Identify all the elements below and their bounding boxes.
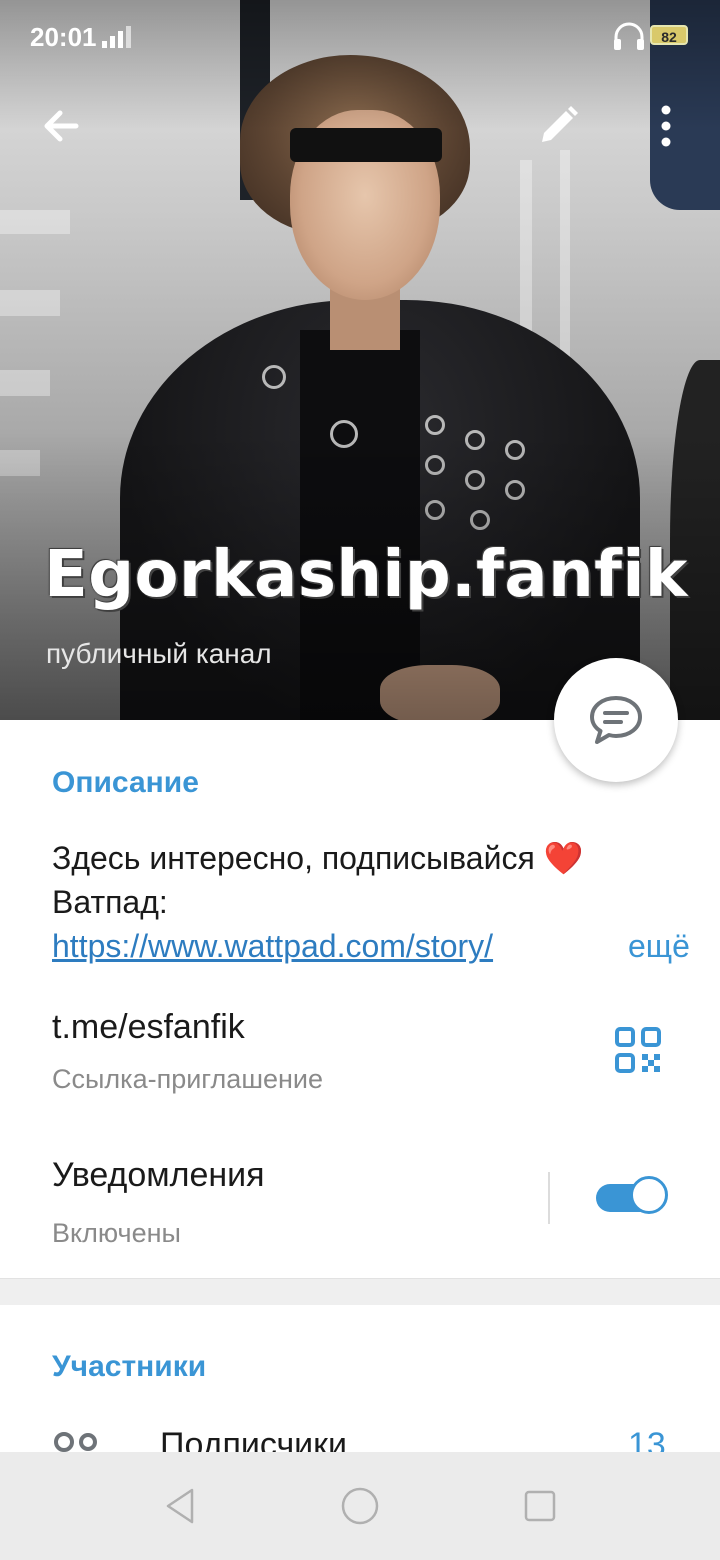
description-line: Здесь интересно, подписывайся ❤️ bbox=[52, 840, 584, 876]
channel-cover-photo bbox=[0, 0, 720, 720]
description-heading: Описание bbox=[52, 766, 199, 799]
invite-link-caption: Ссылка-приглашение bbox=[52, 1064, 324, 1094]
battery-icon: 82 bbox=[650, 25, 688, 45]
headset-icon bbox=[614, 22, 644, 50]
channel-type: публичный канал bbox=[46, 638, 272, 669]
notifications-label: Уведомления bbox=[52, 1156, 265, 1194]
pencil-icon[interactable] bbox=[528, 96, 588, 156]
qr-code-icon[interactable] bbox=[614, 1026, 662, 1074]
cover-shade bbox=[0, 0, 720, 720]
wattpad-link[interactable]: https://www.wattpad.com/story/ bbox=[52, 928, 493, 964]
description-text: Здесь интересно, подписывайся ❤️ Ватпад:… bbox=[52, 836, 690, 968]
nav-home-icon[interactable] bbox=[338, 1484, 382, 1528]
invite-link-value[interactable]: t.me/esfanfik bbox=[52, 1008, 245, 1047]
back-arrow-icon[interactable] bbox=[32, 96, 92, 156]
nav-back-icon[interactable] bbox=[158, 1484, 202, 1528]
status-time: 20:01 bbox=[30, 22, 97, 52]
message-bubble-icon bbox=[590, 696, 642, 744]
signal-icon bbox=[102, 26, 131, 48]
message-button[interactable] bbox=[554, 658, 678, 782]
more-vertical-icon[interactable] bbox=[636, 96, 696, 156]
section-divider bbox=[0, 1278, 720, 1305]
description-line: Ватпад: bbox=[52, 884, 168, 920]
notifications-toggle[interactable] bbox=[594, 1176, 672, 1220]
nav-recents-icon[interactable] bbox=[518, 1484, 562, 1528]
members-heading: Участники bbox=[52, 1350, 207, 1383]
description-link-row: https://www.wattpad.com/story/ ещё bbox=[52, 924, 690, 968]
row-divider bbox=[548, 1172, 550, 1224]
system-nav-bar bbox=[0, 1452, 720, 1560]
toggle-knob bbox=[630, 1176, 668, 1214]
status-bar: 20:01 82 bbox=[0, 0, 720, 72]
show-more-link[interactable]: ещё bbox=[598, 924, 690, 968]
notifications-state: Включены bbox=[52, 1218, 181, 1248]
channel-name: Egorkaship.fanfik bbox=[44, 538, 688, 612]
